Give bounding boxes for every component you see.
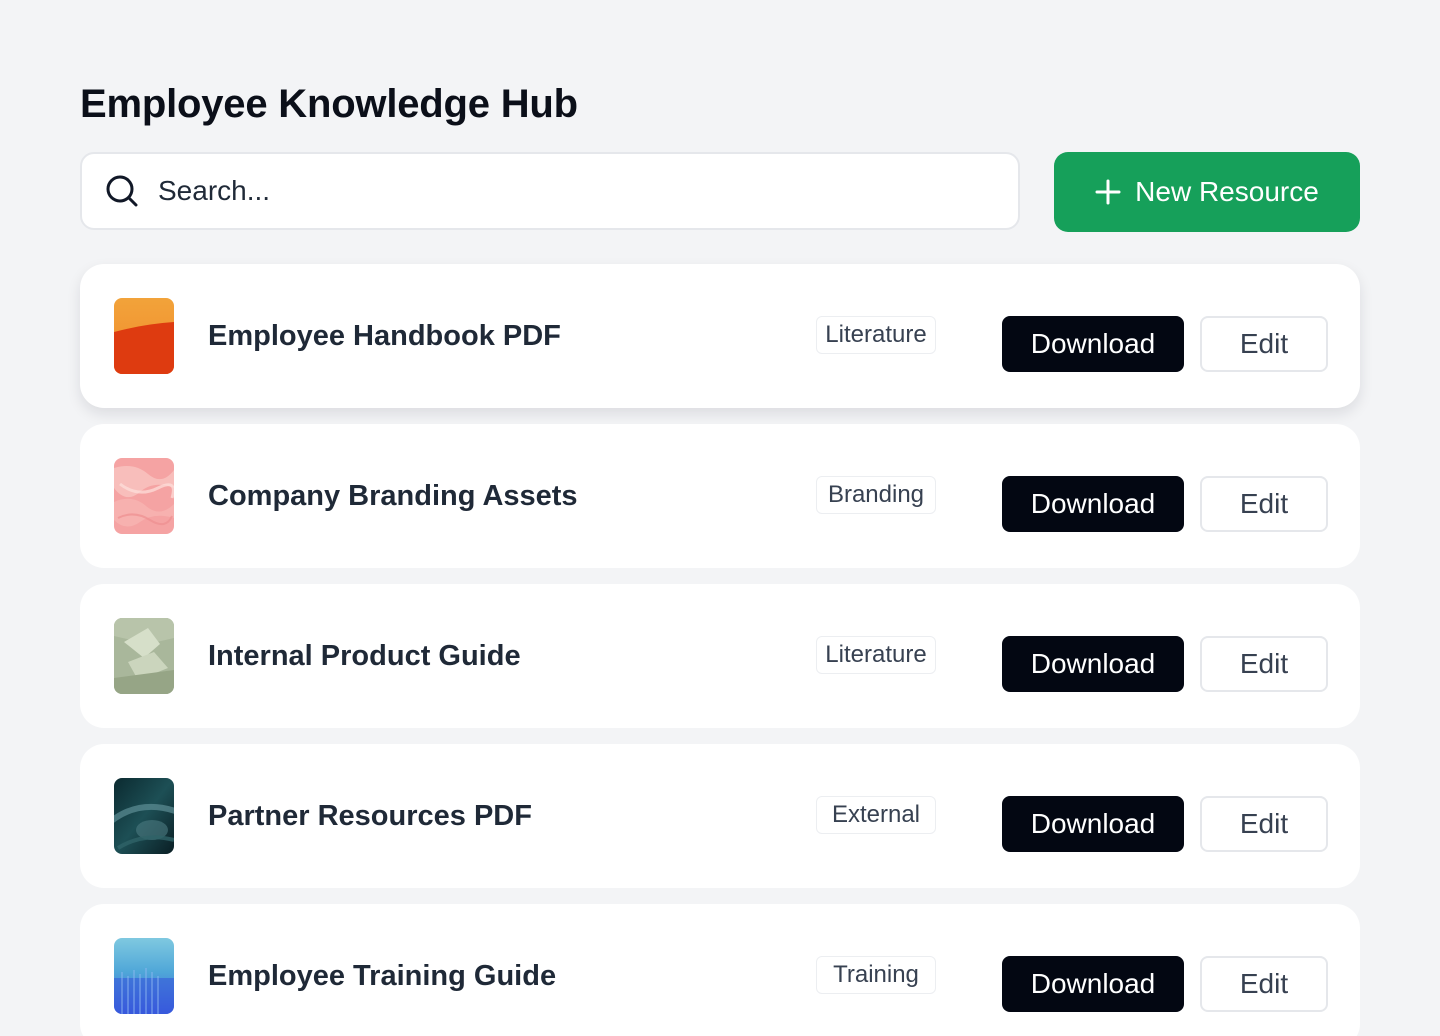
blue-gradient-thumbnail (114, 938, 174, 1014)
dark-teal-abstract-thumbnail (114, 778, 174, 854)
edit-button[interactable]: Edit (1200, 796, 1328, 852)
category-tag: Literature (816, 316, 936, 354)
resource-name: Employee Training Guide (208, 960, 557, 992)
download-button[interactable]: Download (1002, 316, 1184, 372)
edit-button[interactable]: Edit (1200, 956, 1328, 1012)
resource-name: Employee Handbook PDF (208, 320, 561, 352)
plus-icon (1095, 179, 1121, 205)
download-button[interactable]: Download (1002, 636, 1184, 692)
search-input[interactable] (156, 174, 980, 208)
search-bar[interactable] (80, 152, 1020, 230)
search-icon (104, 173, 140, 209)
orange-red-gradient-thumbnail (114, 298, 174, 374)
pink-marble-thumbnail (114, 458, 174, 534)
download-button[interactable]: Download (1002, 476, 1184, 532)
resource-card[interactable]: Internal Product Guide Literature Downlo… (80, 584, 1360, 728)
resource-card[interactable]: Employee Training Guide Training Downloa… (80, 904, 1360, 1036)
category-tag: Branding (816, 476, 936, 514)
new-resource-label: New Resource (1135, 176, 1319, 207)
sage-green-shapes-thumbnail (114, 618, 174, 694)
edit-button[interactable]: Edit (1200, 316, 1328, 372)
category-tag: Literature (816, 636, 936, 674)
resource-name: Company Branding Assets (208, 480, 578, 512)
resource-card[interactable]: Company Branding Assets Branding Downloa… (80, 424, 1360, 568)
category-tag: Training (816, 956, 936, 994)
resource-name: Internal Product Guide (208, 640, 521, 672)
page-title: Employee Knowledge Hub (80, 82, 578, 126)
resource-list: Employee Handbook PDF Literature Downloa… (80, 264, 1360, 1036)
new-resource-button[interactable]: New Resource (1054, 152, 1360, 232)
resource-card[interactable]: Partner Resources PDF External Download … (80, 744, 1360, 888)
download-button[interactable]: Download (1002, 796, 1184, 852)
knowledge-hub-page: Employee Knowledge Hub New Resource (0, 0, 1440, 1036)
download-button[interactable]: Download (1002, 956, 1184, 1012)
edit-button[interactable]: Edit (1200, 636, 1328, 692)
resource-name: Partner Resources PDF (208, 800, 532, 832)
category-tag: External (816, 796, 936, 834)
edit-button[interactable]: Edit (1200, 476, 1328, 532)
resource-card[interactable]: Employee Handbook PDF Literature Downloa… (80, 264, 1360, 408)
